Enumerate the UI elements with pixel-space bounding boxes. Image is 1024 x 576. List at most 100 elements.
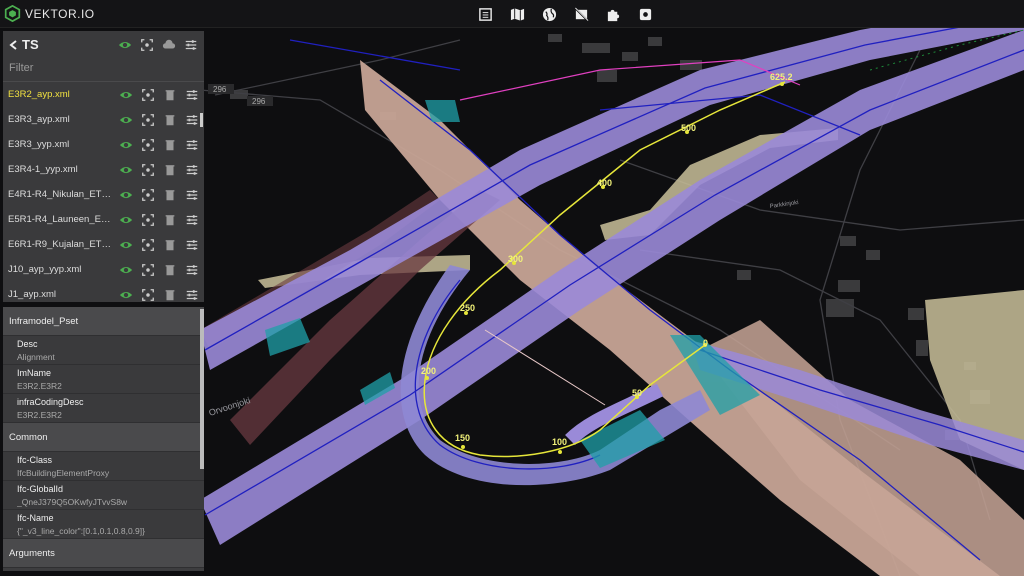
focus-icon[interactable] [141,163,155,177]
trash-icon[interactable] [163,288,177,302]
trash-icon[interactable] [163,188,177,202]
settings-sliders-icon[interactable] [185,163,199,177]
focus-icon[interactable] [141,113,155,127]
layer-group-title: TS [22,37,39,52]
globe-icon[interactable] [539,5,559,23]
fit-view-icon[interactable] [635,5,655,23]
filter-input[interactable]: Filter [3,58,204,82]
property-value: E3R2.E3R2 [17,381,62,391]
layer-item[interactable]: E4R1-R4_Nikulan_ETL_ayp... [3,182,204,207]
app-window: VEKTOR.IO 0 100 150 200 250 300 400 500 … [0,0,1024,576]
property-key: Ifc-GlobalId [17,484,64,494]
focus-icon[interactable] [141,213,155,227]
trash-icon[interactable] [163,113,177,127]
eye-icon[interactable] [119,288,133,302]
map-icon[interactable] [507,5,527,23]
property-row: Ifc-GlobalId _QneJ379Q5OKwfyJTvvS8w [3,481,204,510]
property-key: infraCodingDesc [17,397,84,407]
property-value: _QneJ379Q5OKwfyJTvvS8w [17,497,128,507]
eye-icon[interactable] [119,88,133,102]
chevron-left-icon [9,39,17,50]
eye-icon[interactable] [119,213,133,227]
property-row: Ifc-Name {"_v3_line_color":[0.1,0.1,0.8,0… [3,510,204,539]
side-panel: TS Filter E3R2_ayp.xml E3R3_ayp.xml E3R3… [3,31,204,571]
layer-item[interactable]: E3R3_yyp.xml [3,132,204,157]
layer-item[interactable]: E3R3_ayp.xml [3,107,204,132]
station-label: 250 [460,303,475,313]
property-row: Desc Alignment [3,336,204,365]
property-key: Desc [17,339,38,349]
trash-icon[interactable] [163,88,177,102]
eye-icon[interactable] [119,163,133,177]
logo[interactable]: VEKTOR.IO [4,5,95,22]
trash-icon[interactable] [163,163,177,177]
settings-sliders-icon[interactable] [185,88,199,102]
layer-name: J1_ayp.xml [8,289,57,300]
focus-icon[interactable] [141,88,155,102]
logo-icon [4,5,21,22]
properties-scrollbar[interactable] [200,309,204,469]
eye-icon[interactable] [119,113,133,127]
document-icon[interactable] [475,5,495,23]
plugin-icon[interactable] [603,5,623,23]
settings-sliders-icon[interactable] [185,213,199,227]
eye-icon[interactable] [119,188,133,202]
property-section-header[interactable]: Common [3,423,204,452]
property-value: {"_v3_line_color":[0.1,0.1,0.8,0.9]} [17,526,145,536]
settings-sliders-icon[interactable] [185,288,199,302]
station-label-50: 50 [632,388,642,398]
property-value: E3R2.E3R2 [17,410,62,420]
station-label: 625.2 [770,72,793,82]
layer-item[interactable]: E3R4-1_yyp.xml [3,157,204,182]
focus-icon[interactable] [141,188,155,202]
layers-off-icon[interactable] [571,5,591,23]
property-row: ImName E3R2.E3R2 [3,365,204,394]
property-row: infraCodingDesc E3R2.E3R2 [3,394,204,423]
station-label: 300 [508,254,523,264]
property-value: IfcBuildingElementProxy [17,468,110,478]
settings-sliders-icon[interactable] [185,138,199,152]
focus-icon[interactable] [141,288,155,302]
property-value: Alignment [17,352,55,362]
station-label: 0 [703,338,708,348]
back-button[interactable]: TS [9,37,39,52]
focus-icon[interactable] [141,263,155,277]
layer-name: E4R1-R4_Nikulan_ETL_ayp... [8,189,116,200]
layer-list-scrollbar[interactable] [200,113,203,127]
trash-icon[interactable] [163,263,177,277]
cloud-upload-icon[interactable] [162,38,176,52]
trash-icon[interactable] [163,213,177,227]
eye-icon[interactable] [119,238,133,252]
property-section-header[interactable]: Arguments [3,539,204,568]
station-label: 200 [421,366,436,376]
trash-icon[interactable] [163,238,177,252]
property-section-header[interactable]: Inframodel_Pset [3,307,204,336]
app-name: VEKTOR.IO [25,6,95,21]
layer-name: E6R1-R9_Kujalan_ETL_ayp... [8,239,116,250]
eye-icon[interactable] [119,263,133,277]
layers-panel: TS Filter E3R2_ayp.xml E3R3_ayp.xml E3R3… [3,31,204,302]
top-bar: VEKTOR.IO [0,0,1024,28]
layers-header: TS [3,31,204,58]
layer-item[interactable]: E5R1-R4_Launeen_ETL_ay... [3,207,204,232]
eye-icon[interactable] [118,38,132,52]
eye-icon[interactable] [119,138,133,152]
focus-icon[interactable] [141,138,155,152]
layer-list: E3R2_ayp.xml E3R3_ayp.xml E3R3_yyp.xml E… [3,82,204,302]
property-key: ImName [17,368,52,378]
layer-item[interactable]: E3R2_ayp.xml [3,82,204,107]
settings-sliders-icon[interactable] [185,263,199,277]
layer-item[interactable]: J1_ayp.xml [3,282,204,302]
layer-name: E3R3_yyp.xml [8,139,70,150]
settings-sliders-icon[interactable] [185,188,199,202]
layer-item[interactable]: E6R1-R9_Kujalan_ETL_ayp... [3,232,204,257]
focus-icon[interactable] [141,238,155,252]
layer-item[interactable]: J10_ayp_yyp.xml [3,257,204,282]
focus-icon[interactable] [140,38,154,52]
station-label: 100 [552,437,567,447]
trash-icon[interactable] [163,138,177,152]
settings-sliders-icon[interactable] [184,38,198,52]
layer-name: E3R4-1_yyp.xml [8,164,78,175]
settings-sliders-icon[interactable] [185,238,199,252]
settings-sliders-icon[interactable] [185,113,199,127]
